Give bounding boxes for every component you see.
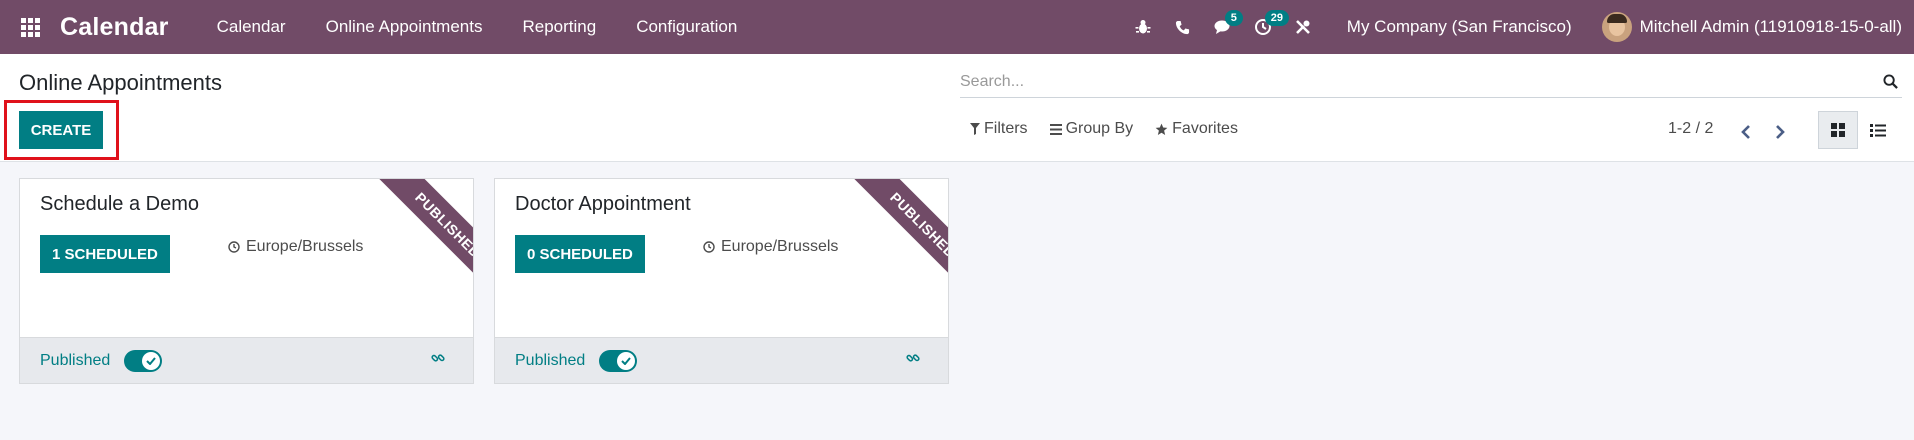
menu-reporting[interactable]: Reporting: [502, 0, 616, 54]
menu-calendar[interactable]: Calendar: [197, 0, 306, 54]
timezone-label: Europe/Brussels: [721, 238, 839, 255]
filters-dropdown[interactable]: Filters: [970, 120, 1028, 138]
clock-icon: [228, 241, 240, 253]
published-ribbon: PUBLISHED: [353, 179, 473, 299]
app-brand[interactable]: Calendar: [60, 13, 169, 42]
top-navbar: Calendar Calendar Online Appointments Re…: [0, 0, 1914, 54]
favorites-label: Favorites: [1172, 120, 1238, 137]
menu-online-appointments[interactable]: Online Appointments: [306, 0, 503, 54]
clock-icon: [703, 241, 715, 253]
filters-label: Filters: [984, 120, 1028, 137]
card-title: Doctor Appointment: [515, 193, 691, 215]
published-toggle[interactable]: [599, 349, 638, 372]
apps-menu-icon[interactable]: [0, 0, 60, 54]
user-menu[interactable]: Mitchell Admin (11910918-15-0-all): [1601, 12, 1902, 42]
chevron-right-icon[interactable]: [1766, 120, 1794, 144]
published-label: Published: [515, 351, 586, 369]
avatar: [1601, 12, 1632, 42]
timezone-label: Europe/Brussels: [246, 238, 364, 255]
ribbon-label: PUBLISHED: [376, 179, 473, 297]
messages-count-badge: 5: [1224, 10, 1243, 26]
timezone: Europe/Brussels: [703, 238, 838, 256]
check-icon: [142, 351, 161, 370]
tools-icon[interactable]: [1283, 0, 1323, 54]
appointment-card[interactable]: Doctor Appointment 0 SCHEDULED Europe/Br…: [494, 178, 949, 384]
list-view-icon[interactable]: [1858, 111, 1898, 149]
menu-configuration[interactable]: Configuration: [616, 0, 757, 54]
company-switcher[interactable]: My Company (San Francisco): [1347, 17, 1572, 37]
star-icon: [1155, 123, 1168, 135]
favorites-dropdown[interactable]: Favorites: [1155, 120, 1238, 138]
published-toggle[interactable]: [124, 349, 163, 372]
search-bar: [960, 66, 1902, 98]
pager-value[interactable]: 1-2 / 2: [1668, 120, 1713, 138]
chat-icon[interactable]: 5: [1203, 0, 1243, 54]
phone-icon[interactable]: [1163, 0, 1203, 54]
create-button[interactable]: CREATE: [19, 111, 103, 149]
card-footer: Published: [495, 337, 948, 383]
search-icon[interactable]: [1878, 74, 1902, 89]
kanban-view-icon[interactable]: [1818, 111, 1858, 149]
appointment-card[interactable]: Schedule a Demo 1 SCHEDULED Europe/Bruss…: [19, 178, 474, 384]
chevron-left-icon[interactable]: [1732, 120, 1760, 144]
published-ribbon: PUBLISHED: [828, 179, 948, 299]
filter-icon: [970, 123, 980, 135]
control-panel: Online Appointments CREATE Filters Group…: [0, 54, 1914, 162]
scheduled-button[interactable]: 0 SCHEDULED: [515, 235, 645, 273]
card-title: Schedule a Demo: [40, 193, 199, 215]
user-name: Mitchell Admin (11910918-15-0-all): [1639, 17, 1902, 36]
timezone: Europe/Brussels: [228, 238, 363, 256]
page-title: Online Appointments: [19, 70, 223, 95]
link-icon[interactable]: [906, 351, 920, 370]
activity-clock-icon[interactable]: 29: [1243, 0, 1290, 54]
link-icon[interactable]: [431, 351, 445, 370]
list-icon: [1049, 123, 1062, 135]
check-icon: [617, 351, 636, 370]
scheduled-button[interactable]: 1 SCHEDULED: [40, 235, 170, 273]
search-input[interactable]: [960, 72, 1878, 91]
ribbon-label: PUBLISHED: [851, 179, 948, 297]
published-label: Published: [40, 351, 111, 369]
card-footer: Published: [20, 337, 473, 383]
bug-icon[interactable]: [1123, 0, 1163, 54]
group-by-dropdown[interactable]: Group By: [1049, 120, 1134, 138]
search-options: Filters Group By Favorites: [970, 120, 1260, 138]
group-by-label: Group By: [1065, 120, 1134, 137]
